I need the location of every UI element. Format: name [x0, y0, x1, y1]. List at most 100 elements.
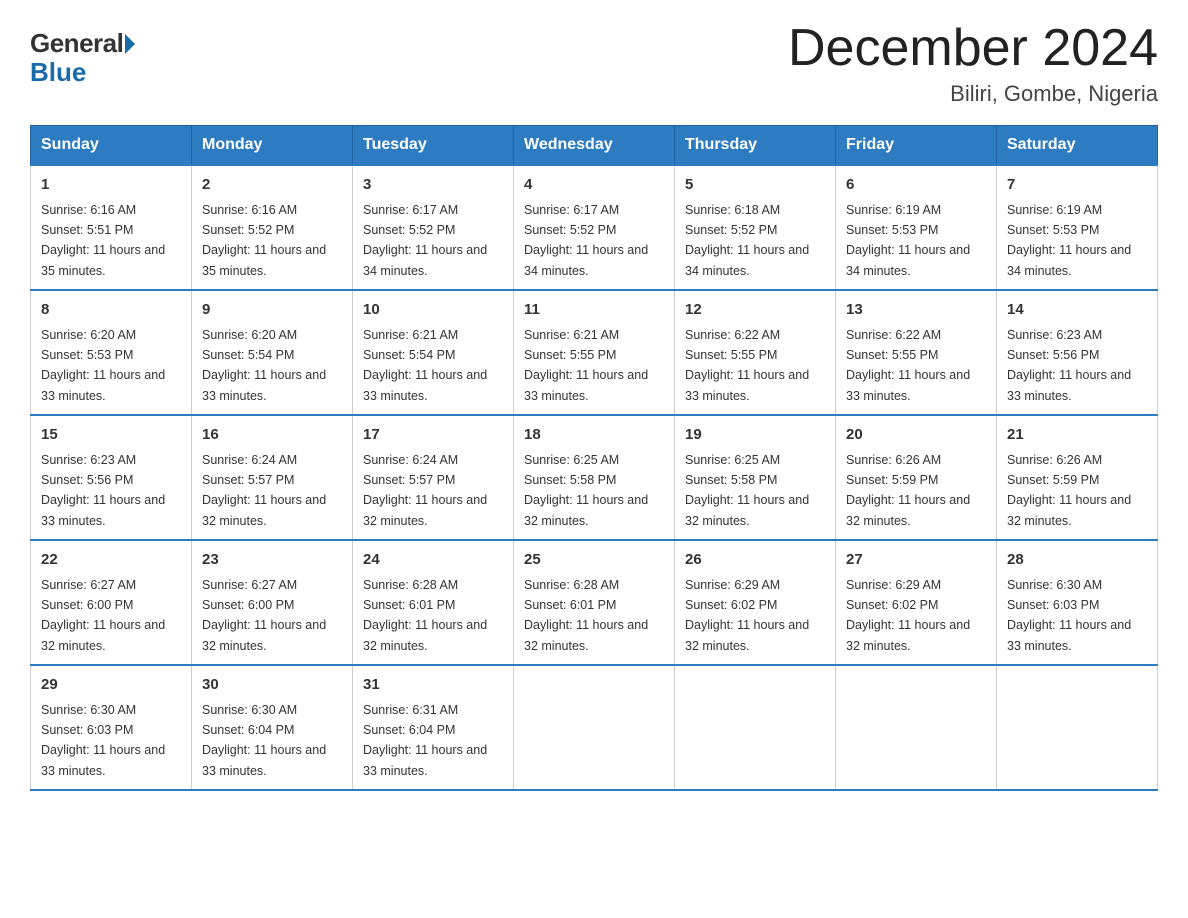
- col-header-wednesday: Wednesday: [514, 126, 675, 166]
- calendar-cell: 1 Sunrise: 6:16 AMSunset: 5:51 PMDaylight…: [31, 165, 192, 290]
- calendar-cell: 28 Sunrise: 6:30 AMSunset: 6:03 PMDayligh…: [997, 540, 1158, 665]
- day-info: Sunrise: 6:21 AMSunset: 5:54 PMDaylight:…: [363, 328, 487, 403]
- calendar-cell: 14Sunrise: 6:23 AMSunset: 5:56 PMDayligh…: [997, 290, 1158, 415]
- calendar-header-row: SundayMondayTuesdayWednesdayThursdayFrid…: [31, 126, 1158, 166]
- calendar-cell: 31 Sunrise: 6:31 AMSunset: 6:04 PMDayligh…: [353, 665, 514, 790]
- day-info: Sunrise: 6:31 AMSunset: 6:04 PMDaylight:…: [363, 703, 487, 778]
- day-info: Sunrise: 6:29 AMSunset: 6:02 PMDaylight:…: [685, 578, 809, 653]
- day-number: 10: [363, 299, 503, 322]
- day-info: Sunrise: 6:30 AMSunset: 6:03 PMDaylight:…: [41, 703, 165, 778]
- day-number: 25: [524, 549, 664, 572]
- day-info: Sunrise: 6:22 AMSunset: 5:55 PMDaylight:…: [846, 328, 970, 403]
- day-info: Sunrise: 6:25 AMSunset: 5:58 PMDaylight:…: [685, 453, 809, 528]
- calendar-cell: 23Sunrise: 6:27 AMSunset: 6:00 PMDayligh…: [192, 540, 353, 665]
- calendar-cell: 7 Sunrise: 6:19 AMSunset: 5:53 PMDaylight…: [997, 165, 1158, 290]
- day-info: Sunrise: 6:28 AMSunset: 6:01 PMDaylight:…: [363, 578, 487, 653]
- day-info: Sunrise: 6:30 AMSunset: 6:03 PMDaylight:…: [1007, 578, 1131, 653]
- day-number: 17: [363, 424, 503, 447]
- day-number: 20: [846, 424, 986, 447]
- day-info: Sunrise: 6:17 AMSunset: 5:52 PMDaylight:…: [363, 203, 487, 278]
- calendar-cell: 24 Sunrise: 6:28 AMSunset: 6:01 PMDayligh…: [353, 540, 514, 665]
- day-number: 30: [202, 674, 342, 697]
- day-info: Sunrise: 6:19 AMSunset: 5:53 PMDaylight:…: [1007, 203, 1131, 278]
- day-number: 21: [1007, 424, 1147, 447]
- col-header-friday: Friday: [836, 126, 997, 166]
- calendar-cell: 26Sunrise: 6:29 AMSunset: 6:02 PMDayligh…: [675, 540, 836, 665]
- day-info: Sunrise: 6:24 AMSunset: 5:57 PMDaylight:…: [363, 453, 487, 528]
- calendar-cell: 4Sunrise: 6:17 AMSunset: 5:52 PMDaylight…: [514, 165, 675, 290]
- day-info: Sunrise: 6:25 AMSunset: 5:58 PMDaylight:…: [524, 453, 648, 528]
- day-number: 4: [524, 174, 664, 197]
- day-number: 27: [846, 549, 986, 572]
- calendar-cell: 9 Sunrise: 6:20 AMSunset: 5:54 PMDaylight…: [192, 290, 353, 415]
- calendar-cell: 18 Sunrise: 6:25 AMSunset: 5:58 PMDayligh…: [514, 415, 675, 540]
- col-header-monday: Monday: [192, 126, 353, 166]
- day-info: Sunrise: 6:26 AMSunset: 5:59 PMDaylight:…: [846, 453, 970, 528]
- day-info: Sunrise: 6:20 AMSunset: 5:53 PMDaylight:…: [41, 328, 165, 403]
- day-info: Sunrise: 6:27 AMSunset: 6:00 PMDaylight:…: [202, 578, 326, 653]
- day-number: 16: [202, 424, 342, 447]
- day-number: 2: [202, 174, 342, 197]
- calendar-cell: 22 Sunrise: 6:27 AMSunset: 6:00 PMDayligh…: [31, 540, 192, 665]
- day-info: Sunrise: 6:16 AMSunset: 5:52 PMDaylight:…: [202, 203, 326, 278]
- day-info: Sunrise: 6:22 AMSunset: 5:55 PMDaylight:…: [685, 328, 809, 403]
- page-header: General Blue December 2024 Biliri, Gombe…: [30, 20, 1158, 107]
- day-number: 9: [202, 299, 342, 322]
- day-info: Sunrise: 6:23 AMSunset: 5:56 PMDaylight:…: [41, 453, 165, 528]
- day-number: 18: [524, 424, 664, 447]
- calendar-table: SundayMondayTuesdayWednesdayThursdayFrid…: [30, 125, 1158, 791]
- col-header-saturday: Saturday: [997, 126, 1158, 166]
- day-number: 13: [846, 299, 986, 322]
- calendar-cell: 19 Sunrise: 6:25 AMSunset: 5:58 PMDayligh…: [675, 415, 836, 540]
- day-number: 14: [1007, 299, 1147, 322]
- day-number: 31: [363, 674, 503, 697]
- day-info: Sunrise: 6:28 AMSunset: 6:01 PMDaylight:…: [524, 578, 648, 653]
- calendar-week-row: 22 Sunrise: 6:27 AMSunset: 6:00 PMDayligh…: [31, 540, 1158, 665]
- calendar-cell: 20 Sunrise: 6:26 AMSunset: 5:59 PMDayligh…: [836, 415, 997, 540]
- calendar-cell: 6 Sunrise: 6:19 AMSunset: 5:53 PMDaylight…: [836, 165, 997, 290]
- day-info: Sunrise: 6:20 AMSunset: 5:54 PMDaylight:…: [202, 328, 326, 403]
- day-number: 7: [1007, 174, 1147, 197]
- calendar-cell: 25 Sunrise: 6:28 AMSunset: 6:01 PMDayligh…: [514, 540, 675, 665]
- day-number: 12: [685, 299, 825, 322]
- calendar-week-row: 15Sunrise: 6:23 AMSunset: 5:56 PMDayligh…: [31, 415, 1158, 540]
- calendar-cell: 12 Sunrise: 6:22 AMSunset: 5:55 PMDayligh…: [675, 290, 836, 415]
- logo-triangle-icon: [125, 34, 135, 54]
- day-number: 29: [41, 674, 181, 697]
- calendar-cell: 8 Sunrise: 6:20 AMSunset: 5:53 PMDaylight…: [31, 290, 192, 415]
- calendar-cell: 5Sunrise: 6:18 AMSunset: 5:52 PMDaylight…: [675, 165, 836, 290]
- day-info: Sunrise: 6:27 AMSunset: 6:00 PMDaylight:…: [41, 578, 165, 653]
- day-number: 28: [1007, 549, 1147, 572]
- title-section: December 2024 Biliri, Gombe, Nigeria: [788, 20, 1158, 107]
- day-info: Sunrise: 6:24 AMSunset: 5:57 PMDaylight:…: [202, 453, 326, 528]
- day-info: Sunrise: 6:29 AMSunset: 6:02 PMDaylight:…: [846, 578, 970, 653]
- col-header-sunday: Sunday: [31, 126, 192, 166]
- calendar-cell: 17 Sunrise: 6:24 AMSunset: 5:57 PMDayligh…: [353, 415, 514, 540]
- day-info: Sunrise: 6:21 AMSunset: 5:55 PMDaylight:…: [524, 328, 648, 403]
- calendar-cell: [675, 665, 836, 790]
- calendar-cell: 29 Sunrise: 6:30 AMSunset: 6:03 PMDayligh…: [31, 665, 192, 790]
- calendar-cell: 16 Sunrise: 6:24 AMSunset: 5:57 PMDayligh…: [192, 415, 353, 540]
- calendar-cell: [997, 665, 1158, 790]
- calendar-cell: 3Sunrise: 6:17 AMSunset: 5:52 PMDaylight…: [353, 165, 514, 290]
- day-number: 22: [41, 549, 181, 572]
- calendar-cell: [836, 665, 997, 790]
- calendar-cell: 21Sunrise: 6:26 AMSunset: 5:59 PMDayligh…: [997, 415, 1158, 540]
- day-number: 8: [41, 299, 181, 322]
- day-info: Sunrise: 6:30 AMSunset: 6:04 PMDaylight:…: [202, 703, 326, 778]
- day-number: 24: [363, 549, 503, 572]
- col-header-tuesday: Tuesday: [353, 126, 514, 166]
- calendar-cell: 2 Sunrise: 6:16 AMSunset: 5:52 PMDaylight…: [192, 165, 353, 290]
- calendar-week-row: 29 Sunrise: 6:30 AMSunset: 6:03 PMDayligh…: [31, 665, 1158, 790]
- day-info: Sunrise: 6:19 AMSunset: 5:53 PMDaylight:…: [846, 203, 970, 278]
- calendar-week-row: 8 Sunrise: 6:20 AMSunset: 5:53 PMDaylight…: [31, 290, 1158, 415]
- day-number: 1: [41, 174, 181, 197]
- day-info: Sunrise: 6:16 AMSunset: 5:51 PMDaylight:…: [41, 203, 165, 278]
- calendar-cell: 30 Sunrise: 6:30 AMSunset: 6:04 PMDayligh…: [192, 665, 353, 790]
- day-number: 19: [685, 424, 825, 447]
- calendar-cell: 13 Sunrise: 6:22 AMSunset: 5:55 PMDayligh…: [836, 290, 997, 415]
- calendar-cell: 27 Sunrise: 6:29 AMSunset: 6:02 PMDayligh…: [836, 540, 997, 665]
- calendar-cell: [514, 665, 675, 790]
- day-number: 6: [846, 174, 986, 197]
- calendar-cell: 10 Sunrise: 6:21 AMSunset: 5:54 PMDayligh…: [353, 290, 514, 415]
